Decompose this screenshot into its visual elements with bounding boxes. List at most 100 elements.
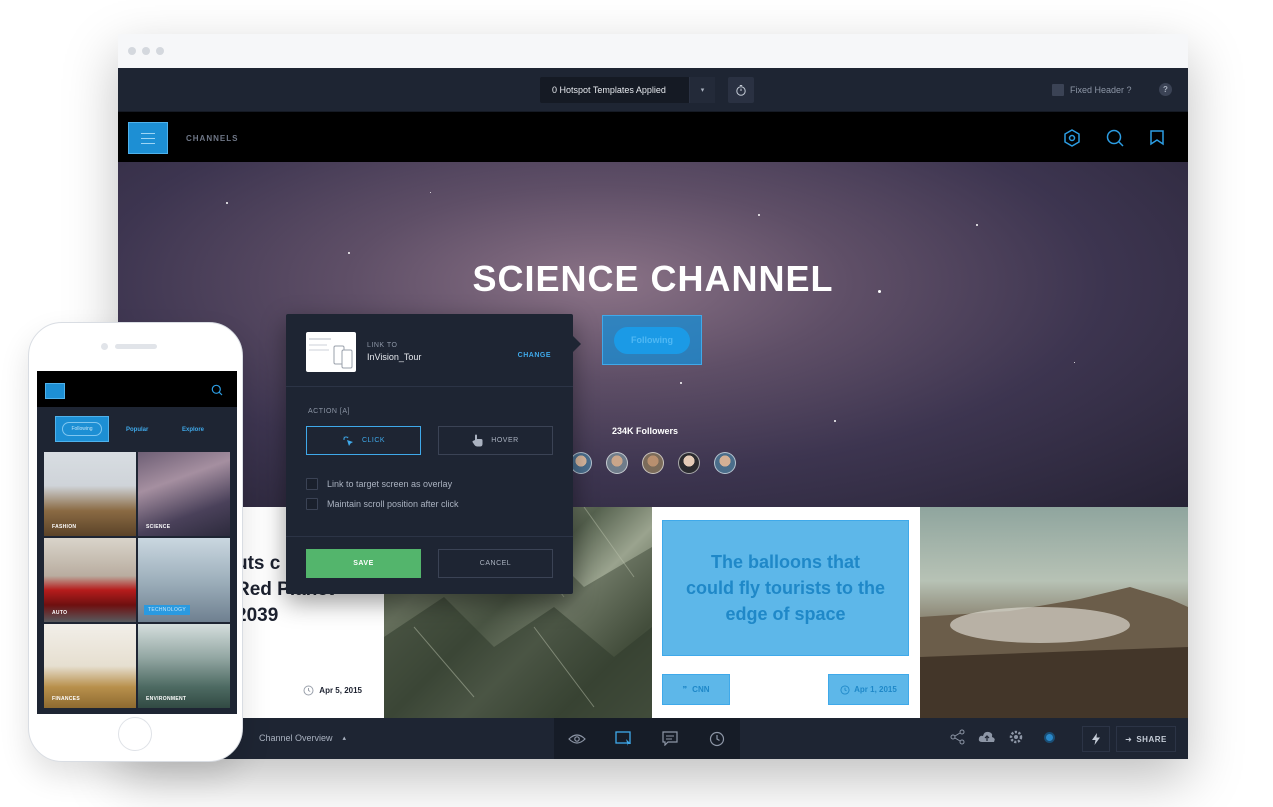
phone-tile-label: FINANCES bbox=[52, 696, 80, 702]
phone-tile-label: FASHION bbox=[52, 524, 77, 530]
preview-mode-button[interactable] bbox=[568, 730, 587, 748]
phone-menu-hotspot[interactable] bbox=[45, 383, 65, 399]
browser-chrome bbox=[118, 34, 1188, 68]
overlay-option[interactable]: Link to target screen as overlay bbox=[306, 478, 452, 490]
share-button[interactable]: ➜ SHARE bbox=[1116, 726, 1176, 752]
action-hover-button[interactable]: HOVER bbox=[438, 426, 553, 455]
scroll-position-option[interactable]: Maintain scroll position after click bbox=[306, 498, 459, 510]
phone-category-grid: FASHION SCIENCE AUTO TECHNOLOGY FINANCES… bbox=[43, 451, 231, 709]
fixed-header-checkbox[interactable] bbox=[1052, 84, 1064, 96]
avatar[interactable] bbox=[678, 452, 700, 474]
phone-speaker bbox=[115, 344, 157, 349]
action-click-button[interactable]: CLICK bbox=[306, 426, 421, 455]
avatar[interactable] bbox=[606, 452, 628, 474]
phone-tab-following[interactable]: Following bbox=[55, 416, 109, 442]
phone-tile-environment[interactable]: ENVIRONMENT bbox=[137, 623, 231, 709]
status-indicator[interactable] bbox=[1044, 731, 1055, 743]
change-target-link[interactable]: CHANGE bbox=[518, 352, 551, 359]
gear-icon[interactable] bbox=[1008, 729, 1024, 745]
article-card-volcano-image[interactable] bbox=[920, 507, 1188, 718]
date-hotspot[interactable]: Apr 1, 2015 bbox=[828, 674, 909, 705]
phone-home-button[interactable] bbox=[118, 717, 152, 751]
source-hotspot[interactable]: ❞ CNN bbox=[662, 674, 730, 705]
target-screen-thumbnail[interactable] bbox=[306, 332, 356, 372]
phone-tab-following-label: Following bbox=[62, 422, 102, 436]
action-label: ACTION [A] bbox=[308, 408, 350, 415]
screen-selector[interactable]: Channel Overview ▴ bbox=[259, 733, 346, 743]
window-dot-maximize[interactable] bbox=[156, 47, 164, 55]
stage: 0 Hotspot Templates Applied ▾ Fixed Head… bbox=[0, 0, 1273, 807]
bookmark-icon[interactable] bbox=[1147, 128, 1167, 148]
hotspot-templates-label: 0 Hotspot Templates Applied bbox=[552, 85, 666, 95]
avatar[interactable] bbox=[642, 452, 664, 474]
following-hotspot[interactable]: Following bbox=[602, 315, 702, 365]
fixed-header-label: Fixed Header ? bbox=[1070, 85, 1132, 95]
bottom-right-tools bbox=[950, 729, 1055, 745]
clock-icon bbox=[840, 684, 850, 695]
cloud-upload-icon[interactable] bbox=[978, 730, 996, 744]
history-mode-button[interactable] bbox=[708, 730, 726, 748]
phone-tab-explore[interactable]: Explore bbox=[182, 427, 204, 433]
scroll-position-checkbox[interactable] bbox=[306, 498, 318, 510]
phone-tile-label: SCIENCE bbox=[146, 524, 171, 530]
comment-icon bbox=[662, 731, 678, 746]
build-mode-button[interactable] bbox=[615, 730, 633, 748]
follower-avatars bbox=[570, 452, 736, 474]
balloon-headline-hotspot[interactable]: The balloons that could fly tourists to … bbox=[662, 520, 909, 656]
search-icon[interactable] bbox=[1105, 128, 1125, 148]
fixed-header-toggle[interactable]: Fixed Header ? bbox=[1052, 84, 1132, 96]
chevron-down-icon[interactable]: ▾ bbox=[689, 77, 715, 103]
cursor-click-icon bbox=[342, 435, 353, 446]
scroll-option-label: Maintain scroll position after click bbox=[327, 499, 459, 509]
date-label: Apr 1, 2015 bbox=[854, 685, 897, 694]
screen-name-label: Channel Overview bbox=[259, 733, 333, 743]
link-target-section: LINK TO InVision_Tour CHANGE bbox=[286, 314, 573, 387]
phone-tile-science[interactable]: SCIENCE bbox=[137, 451, 231, 537]
app-header: CHANNELS bbox=[118, 112, 1188, 162]
cancel-button[interactable]: CANCEL bbox=[438, 549, 553, 578]
window-dot-close[interactable] bbox=[128, 47, 136, 55]
phone-tile-fashion[interactable]: FASHION bbox=[43, 451, 137, 537]
hand-hover-icon bbox=[472, 434, 483, 447]
bolt-button[interactable] bbox=[1082, 726, 1110, 752]
page-title: SCIENCE CHANNEL bbox=[472, 258, 834, 299]
source-label: CNN bbox=[692, 685, 710, 694]
followers-count: 234K Followers bbox=[612, 426, 679, 436]
phone-tab-popular[interactable]: Popular bbox=[126, 427, 148, 433]
search-icon[interactable] bbox=[211, 384, 223, 396]
bottom-bar: Channel Overview ▴ ➜ SHARE bbox=[118, 718, 1188, 759]
phone-tile-label: TECHNOLOGY bbox=[144, 605, 191, 615]
article-date: Apr 5, 2015 bbox=[303, 685, 362, 696]
phone-tile-auto[interactable]: AUTO bbox=[43, 537, 137, 623]
editor-toolbar: 0 Hotspot Templates Applied ▾ Fixed Head… bbox=[118, 68, 1188, 112]
window-dot-minimize[interactable] bbox=[142, 47, 150, 55]
hotspot-icon bbox=[615, 730, 631, 746]
following-button[interactable]: Following bbox=[614, 326, 690, 354]
arrow-right-icon: ➜ bbox=[1125, 734, 1133, 744]
link-to-label: LINK TO bbox=[367, 342, 398, 349]
menu-hotspot[interactable] bbox=[128, 122, 168, 154]
avatar[interactable] bbox=[570, 452, 592, 474]
bolt-icon bbox=[1092, 733, 1100, 745]
browser-window: 0 Hotspot Templates Applied ▾ Fixed Head… bbox=[118, 34, 1188, 759]
hexagon-icon[interactable] bbox=[1062, 128, 1082, 148]
menu-icon bbox=[141, 132, 155, 134]
help-button[interactable]: ? bbox=[1159, 83, 1172, 96]
article-date-text: Apr 5, 2015 bbox=[319, 686, 362, 695]
clock-icon bbox=[303, 685, 314, 696]
article-card-balloons[interactable]: The balloons that could fly tourists to … bbox=[652, 507, 920, 718]
avatar[interactable] bbox=[714, 452, 736, 474]
link-target-name: InVision_Tour bbox=[367, 352, 422, 362]
comment-mode-button[interactable] bbox=[661, 730, 679, 748]
hotspot-templates-select[interactable]: 0 Hotspot Templates Applied ▾ bbox=[540, 77, 715, 103]
phone-tile-finances[interactable]: FINANCES bbox=[43, 623, 137, 709]
share-nodes-icon[interactable] bbox=[950, 729, 966, 745]
volcano-image bbox=[920, 587, 1188, 718]
phone-tile-technology[interactable]: TECHNOLOGY bbox=[137, 537, 231, 623]
save-button[interactable]: SAVE bbox=[306, 549, 421, 578]
quote-icon: ❞ bbox=[682, 685, 688, 694]
timer-button[interactable] bbox=[728, 77, 754, 103]
overlay-checkbox[interactable] bbox=[306, 478, 318, 490]
click-label: CLICK bbox=[361, 437, 386, 444]
phone-tile-label: AUTO bbox=[52, 610, 68, 616]
